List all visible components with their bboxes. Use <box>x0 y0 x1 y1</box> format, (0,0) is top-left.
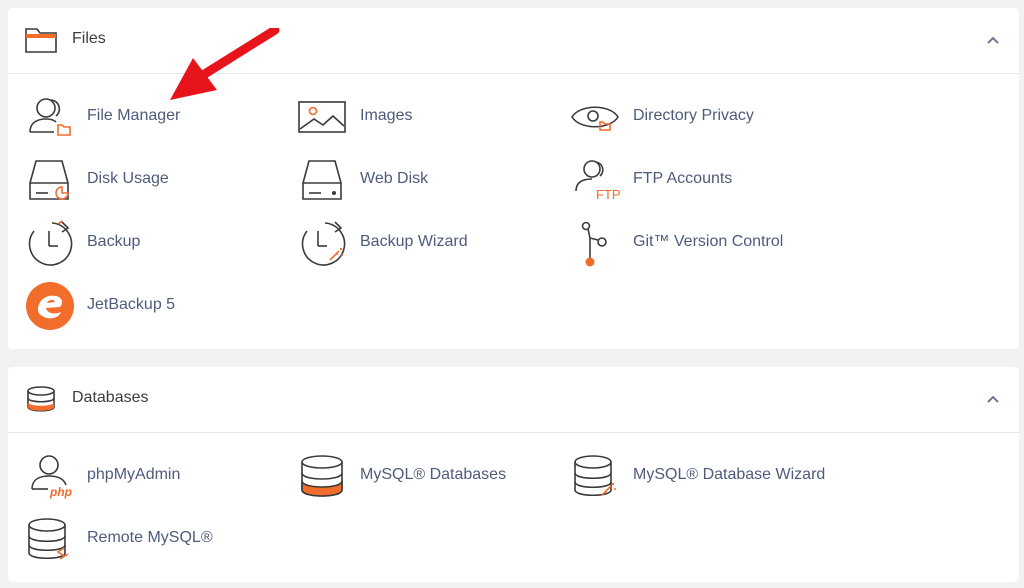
directory-privacy-icon <box>571 106 619 131</box>
databases-panel: Databases php phpMyAdmin MySQL® Database… <box>8 367 1019 582</box>
directory-privacy-label: Directory Privacy <box>633 107 754 124</box>
web-disk-icon <box>302 160 342 200</box>
databases-panel-header[interactable]: Databases <box>8 367 1019 433</box>
jetbackup-link[interactable]: JetBackup 5 <box>24 281 274 331</box>
ftp-accounts-icon: FTP <box>575 160 620 202</box>
backup-wizard-label: Backup Wizard <box>360 233 468 250</box>
backup-wizard-icon <box>301 221 346 266</box>
jetbackup-label: JetBackup 5 <box>87 296 176 313</box>
mysql-wizard-icon <box>574 455 616 497</box>
web-disk-label: Web Disk <box>360 170 429 187</box>
backup-label: Backup <box>87 233 141 250</box>
images-label: Images <box>360 107 413 124</box>
ftp-accounts-label: FTP Accounts <box>633 170 733 187</box>
directory-privacy-link[interactable]: Directory Privacy <box>570 92 820 142</box>
remote-mysql-label: Remote MySQL® <box>87 529 213 546</box>
disk-usage-link[interactable]: Disk Usage <box>24 155 274 205</box>
files-panel-title: Files <box>72 30 106 47</box>
web-disk-link[interactable]: Web Disk <box>297 155 547 205</box>
disk-usage-icon <box>29 160 69 200</box>
git-icon <box>581 221 607 267</box>
mysql-databases-icon <box>301 455 343 497</box>
backup-link[interactable]: Backup <box>24 218 274 268</box>
files-panel: Files File Manager Images Directory Priv <box>8 8 1019 349</box>
jetbackup-icon <box>26 282 74 330</box>
database-icon <box>27 386 55 412</box>
backup-wizard-link[interactable]: Backup Wizard <box>297 218 547 268</box>
phpmyadmin-icon: php <box>31 455 72 499</box>
chevron-up-icon[interactable] <box>981 387 1005 411</box>
git-version-control-label: Git™ Version Control <box>633 233 784 250</box>
mysql-databases-link[interactable]: MySQL® Databases <box>297 451 547 501</box>
file-manager-label: File Manager <box>87 107 181 124</box>
backup-icon <box>28 220 73 266</box>
remote-mysql-link[interactable]: Remote MySQL® <box>24 514 274 564</box>
phpmyadmin-link[interactable]: php phpMyAdmin <box>24 451 274 501</box>
git-version-control-link[interactable]: Git™ Version Control <box>570 218 820 268</box>
chevron-up-icon[interactable] <box>981 28 1005 52</box>
folder-icon <box>25 28 57 53</box>
images-link[interactable]: Images <box>297 92 547 142</box>
disk-usage-label: Disk Usage <box>87 170 169 187</box>
mysql-database-wizard-label: MySQL® Database Wizard <box>633 466 826 483</box>
mysql-databases-label: MySQL® Databases <box>360 466 507 483</box>
php-icon-text: php <box>49 485 72 499</box>
file-manager-link[interactable]: File Manager <box>24 92 274 142</box>
remote-mysql-icon <box>28 518 69 560</box>
images-icon <box>298 101 346 133</box>
ftp-accounts-link[interactable]: FTP FTP Accounts <box>570 155 820 205</box>
databases-panel-title: Databases <box>72 389 149 406</box>
files-panel-header[interactable]: Files <box>8 8 1019 74</box>
mysql-database-wizard-link[interactable]: MySQL® Database Wizard <box>570 451 825 501</box>
ftp-icon-text: FTP <box>596 187 620 202</box>
file-manager-icon <box>29 98 71 136</box>
phpmyadmin-label: phpMyAdmin <box>87 466 181 483</box>
